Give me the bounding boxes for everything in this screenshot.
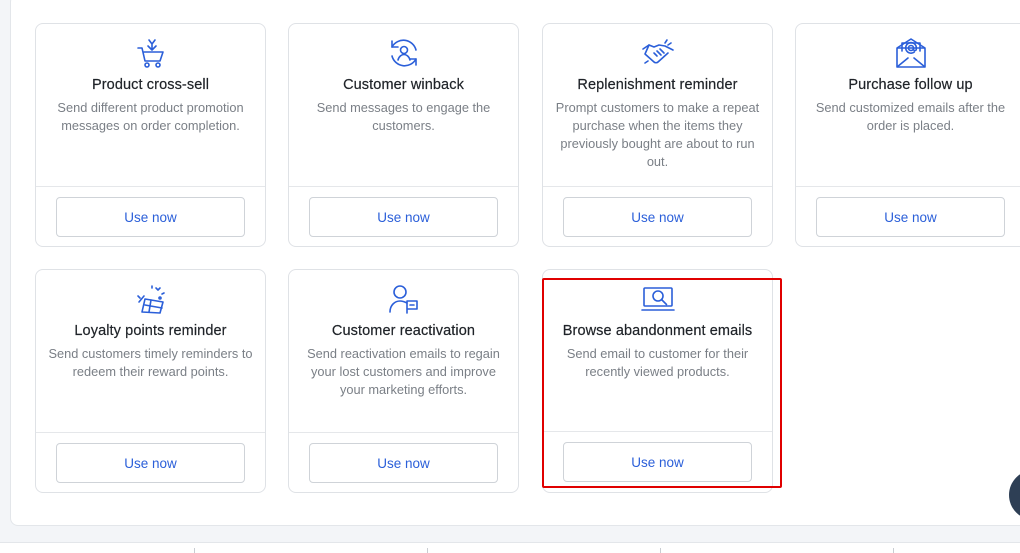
card-purchase-follow-up: Purchase follow up Send customized email… <box>795 23 1020 247</box>
card-title: Loyalty points reminder <box>74 323 227 339</box>
user-refresh-icon <box>390 39 417 67</box>
card-description: Send reactivation emails to regain your … <box>307 346 500 397</box>
divider <box>660 548 661 553</box>
card-footer: Use now <box>289 432 518 492</box>
card-footer: Use now <box>543 186 772 246</box>
card-description: Send customers timely reminders to redee… <box>48 346 253 379</box>
use-now-button[interactable]: Use now <box>563 197 752 237</box>
card-footer: Use now <box>289 186 518 246</box>
card-replenishment-reminder: Replenishment reminder Prompt customers … <box>542 23 773 247</box>
card-title: Product cross-sell <box>91 77 210 93</box>
divider <box>194 548 195 553</box>
card-customer-winback: Customer winback Send messages to engage… <box>288 23 519 247</box>
card-description: Send email to customer for their recentl… <box>566 346 749 379</box>
card-footer: Use now <box>543 431 772 492</box>
card-footer: Use now <box>36 432 265 492</box>
card-title: Customer winback <box>343 77 464 93</box>
handshake-icon <box>641 39 674 64</box>
card-title: Customer reactivation <box>331 323 476 339</box>
use-now-button[interactable]: Use now <box>309 443 498 483</box>
use-now-button[interactable]: Use now <box>56 443 245 483</box>
card-description: Send different product promotion message… <box>57 100 244 133</box>
gift-icon <box>136 285 165 314</box>
card-title: Purchase follow up <box>848 77 973 93</box>
card-title: Replenishment reminder <box>577 77 738 93</box>
laptop-search-icon <box>640 287 675 311</box>
use-now-button[interactable]: Use now <box>309 197 498 237</box>
divider <box>893 548 894 553</box>
cart-icon <box>136 39 164 68</box>
card-description: Send customized emails after the order i… <box>815 100 1006 133</box>
card-loyalty-points-reminder: Loyalty points reminder Send customers t… <box>35 269 266 493</box>
bottom-bar <box>0 542 1020 553</box>
card-customer-reactivation: Customer reactivation Send reactivation … <box>288 269 519 493</box>
divider <box>427 548 428 553</box>
card-description: Send messages to engage the customers. <box>316 100 491 133</box>
use-now-button[interactable]: Use now <box>56 197 245 237</box>
card-footer: Use now <box>796 186 1020 246</box>
card-footer: Use now <box>36 186 265 246</box>
use-now-button[interactable]: Use now <box>563 442 752 482</box>
card-browse-abandonment-emails: Browse abandonment emails Send email to … <box>542 269 773 493</box>
user-flag-icon <box>388 285 418 314</box>
use-now-button[interactable]: Use now <box>816 197 1005 237</box>
card-title: Browse abandonment emails <box>562 323 753 339</box>
card-description: Prompt customers to make a repeat purcha… <box>555 100 760 169</box>
envelope-at-icon <box>895 38 926 68</box>
card-product-cross-sell: Product cross-sell Send different produc… <box>35 23 266 247</box>
